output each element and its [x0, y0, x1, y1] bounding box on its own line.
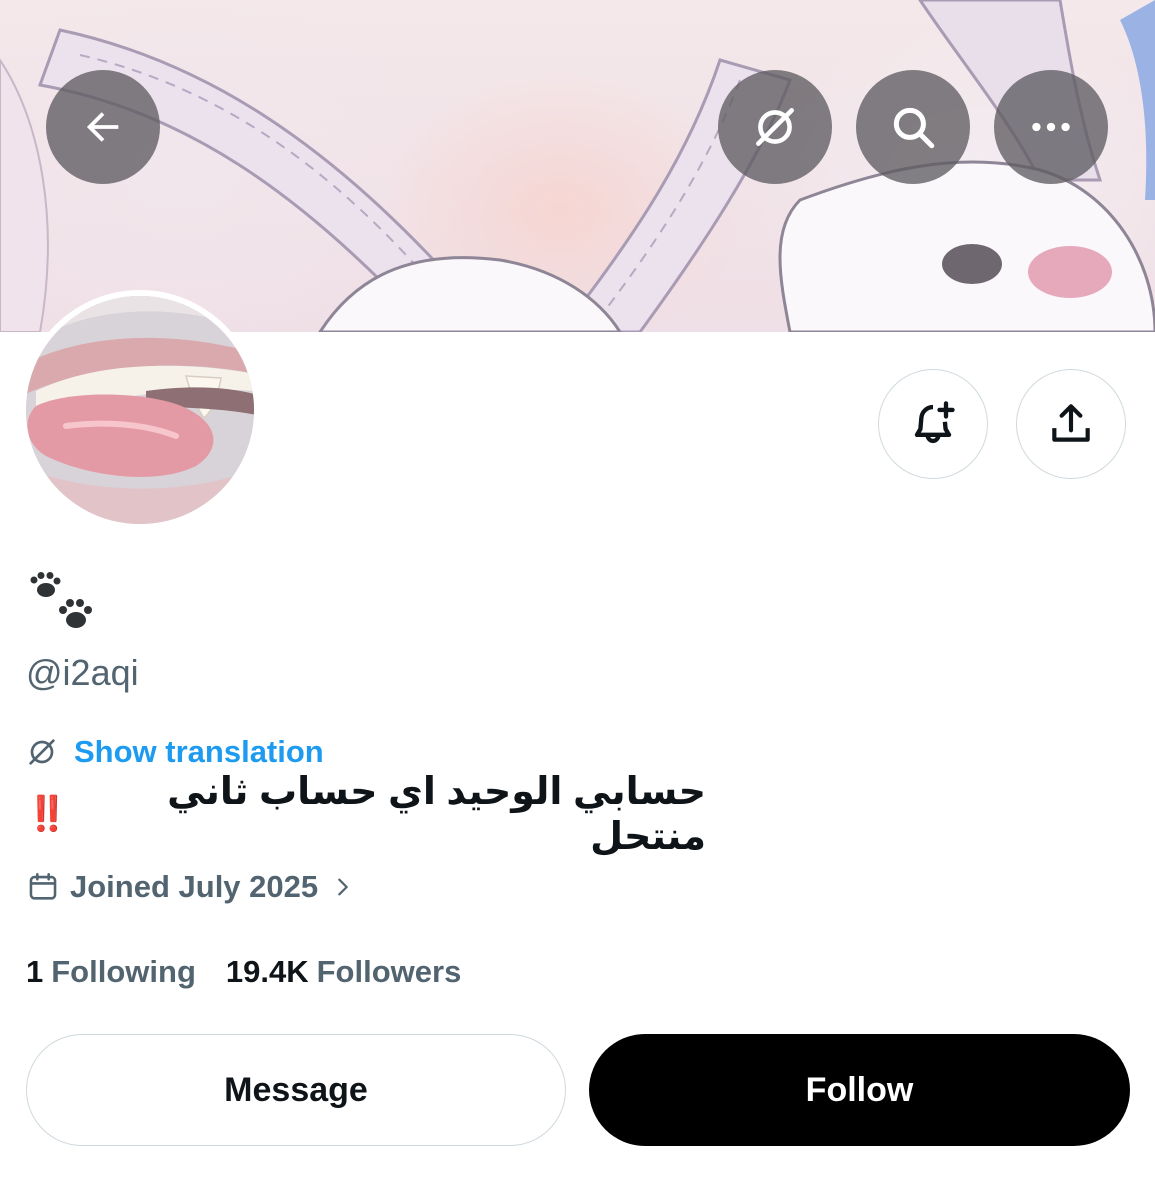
paw-prints-icon	[30, 572, 92, 628]
search-icon	[893, 107, 935, 149]
bell-plus-icon	[914, 401, 955, 444]
profile-handle: @i2aqi	[26, 652, 139, 693]
following-count: 1	[26, 954, 44, 989]
arrow-left-icon	[86, 112, 119, 142]
calendar-icon	[29, 872, 57, 900]
message-button[interactable]: Message	[26, 1034, 566, 1146]
followers-count: 19.4K	[225, 954, 309, 989]
notifications-button[interactable]	[878, 369, 988, 479]
search-button[interactable]	[856, 70, 970, 184]
share-upload-icon	[1052, 404, 1090, 442]
show-translation-link[interactable]: Show translation	[74, 734, 324, 770]
follow-button[interactable]: Follow	[589, 1034, 1130, 1146]
display-name: 🐾	[28, 572, 98, 641]
profile-bio: حسابي الوحيد اي حساب ثاني منتحل ‼️	[26, 771, 706, 858]
following-label: Following	[51, 954, 196, 989]
share-button[interactable]	[1016, 369, 1126, 479]
more-options-button[interactable]	[994, 70, 1108, 184]
joined-date-row[interactable]: Joined July 2025	[26, 864, 354, 910]
avatar-image	[26, 296, 254, 524]
translate-off-icon	[29, 739, 55, 765]
bio-text: حسابي الوحيد اي حساب ثاني منتحل	[167, 771, 706, 858]
translate-toggle-button[interactable]	[718, 70, 832, 184]
followers-label: Followers	[316, 954, 462, 989]
banner-illustration	[0, 0, 1155, 332]
profile-banner[interactable]	[0, 0, 1155, 332]
double-exclamation-icon: ‼️	[26, 795, 68, 833]
joined-date-text: Joined July 2025	[70, 869, 319, 904]
back-button[interactable]	[46, 70, 160, 184]
followers-link[interactable]: 19.4K Followers	[226, 954, 461, 990]
follow-stats: 1 Following 19.4K Followers	[26, 950, 461, 994]
chevron-right-icon	[338, 878, 348, 896]
more-horizontal-icon	[1032, 122, 1070, 132]
translate-off-icon	[756, 108, 794, 146]
following-link[interactable]: 1 Following	[26, 954, 196, 990]
show-translation-row[interactable]: Show translation	[26, 730, 324, 774]
profile-avatar[interactable]	[20, 290, 260, 530]
